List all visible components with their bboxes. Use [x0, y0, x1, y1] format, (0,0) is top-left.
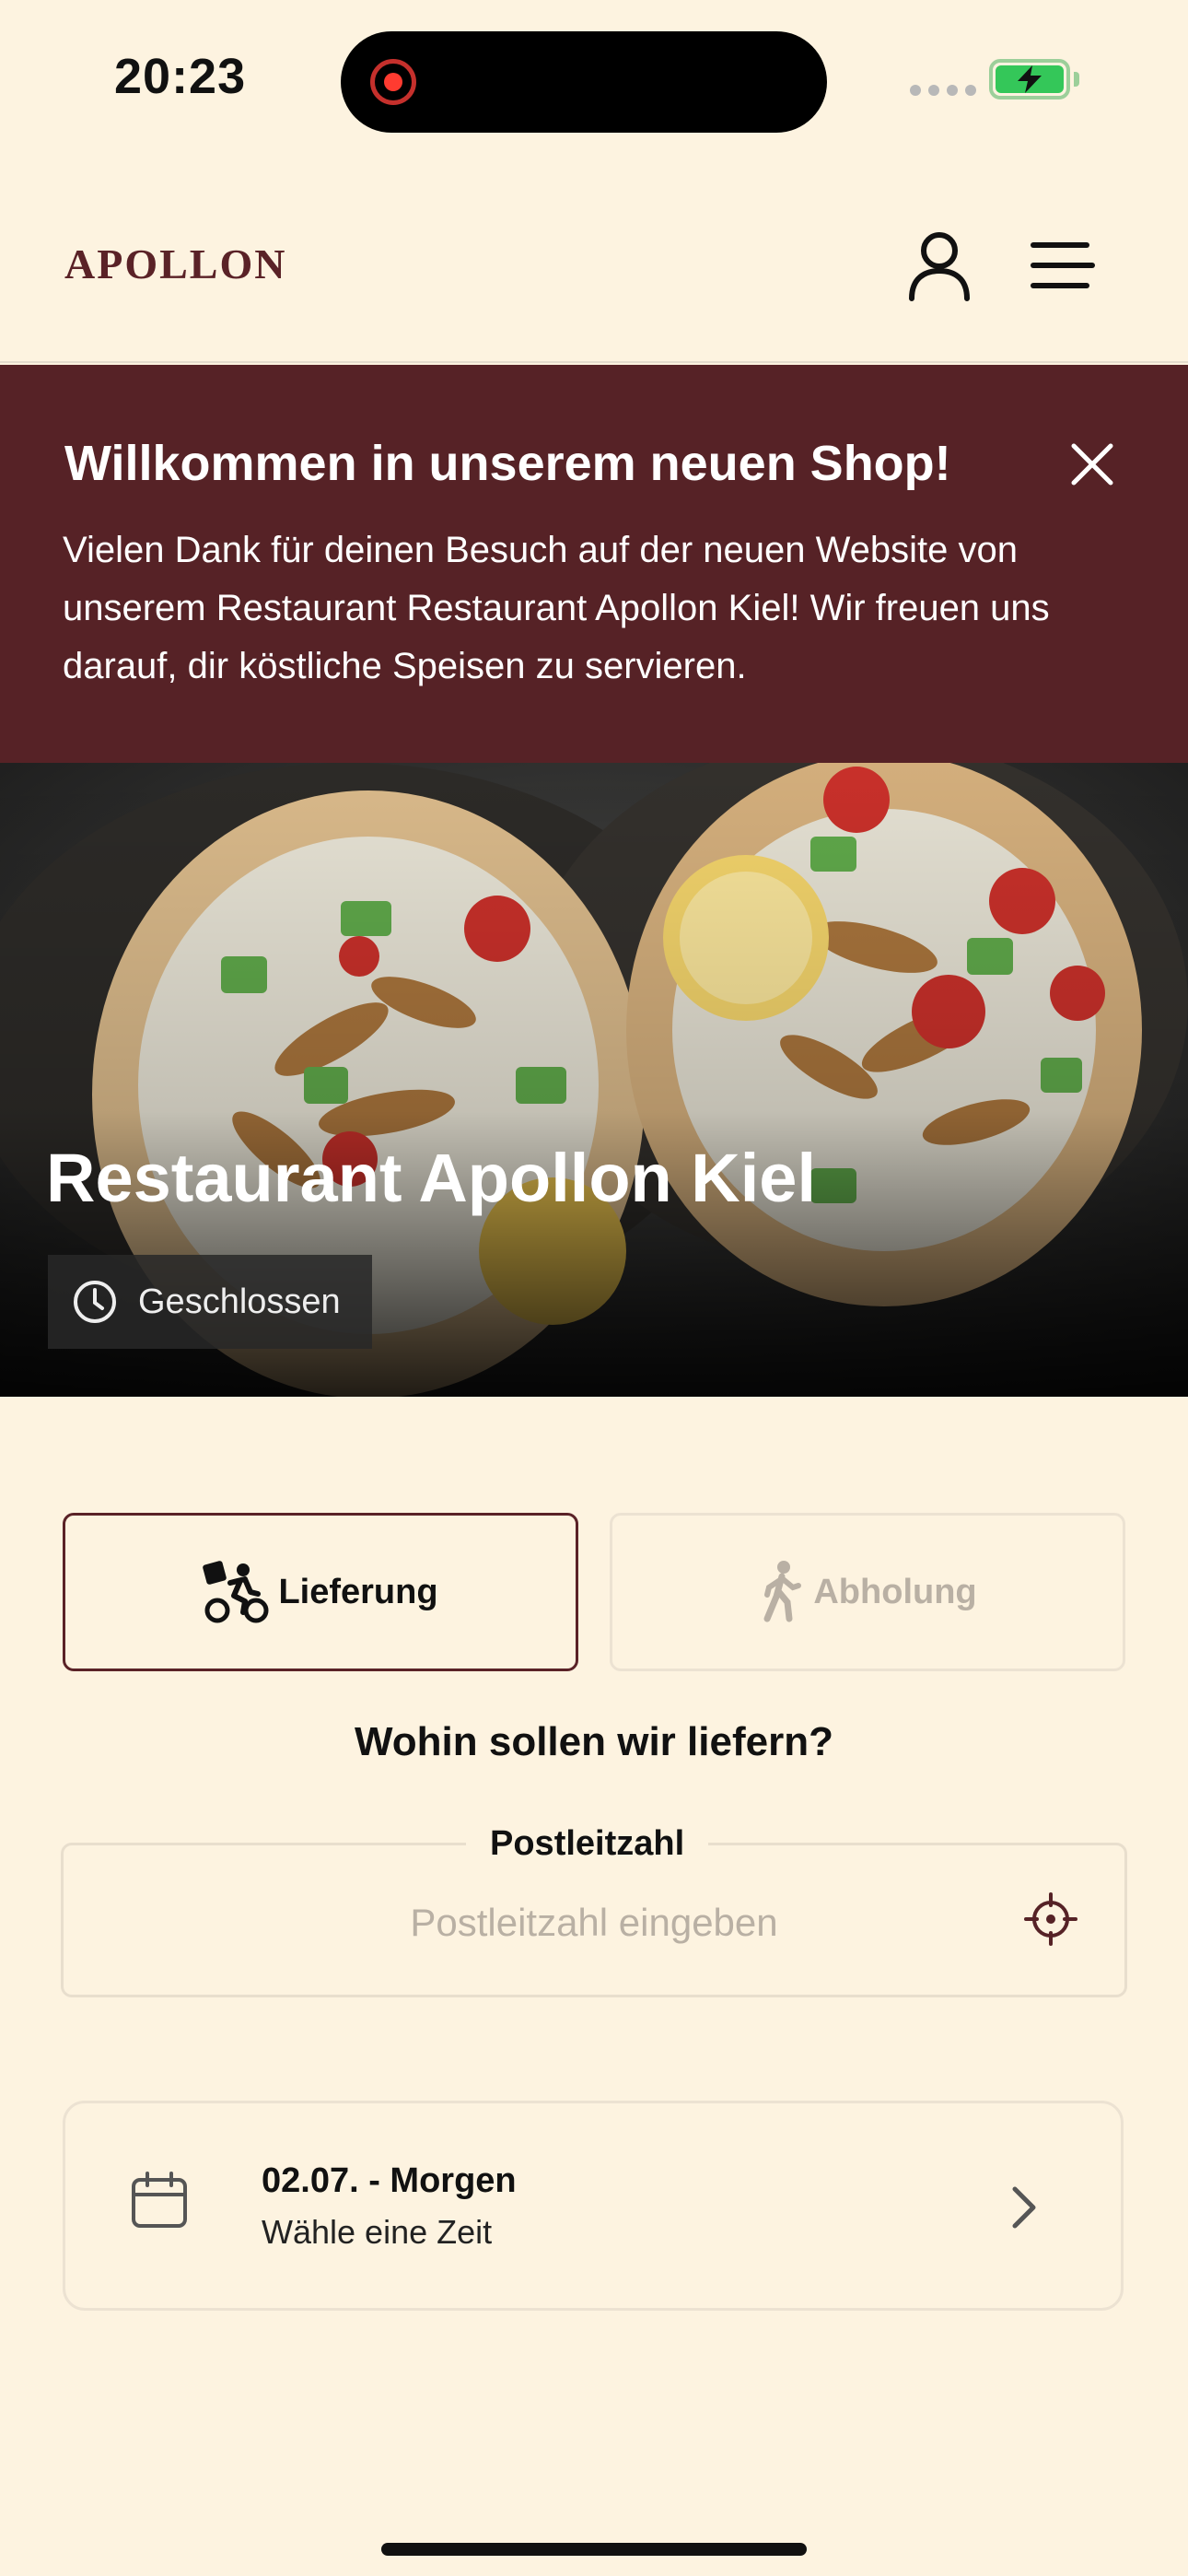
locate-me-icon[interactable] [1024, 1892, 1077, 1946]
date-time-picker[interactable] [63, 2101, 1124, 2311]
status-bar: 20:23 [0, 0, 1188, 166]
tab-pickup[interactable]: Abholung [610, 1513, 1125, 1671]
postcode-input[interactable] [111, 1891, 1077, 1955]
restaurant-name: Restaurant Apollon Kiel [46, 1140, 817, 1216]
status-time: 20:23 [114, 49, 247, 104]
banner-text: Vielen Dank für deinen Besuch auf der ne… [63, 530, 1050, 686]
chevron-right-icon[interactable] [1007, 2184, 1041, 2231]
calendar-icon [129, 2171, 190, 2231]
brand-logo[interactable]: APOLLON [64, 240, 286, 288]
dynamic-island [341, 31, 827, 133]
opening-status-badge: Geschlossen [48, 1255, 372, 1349]
tab-delivery[interactable]: Lieferung [63, 1513, 578, 1671]
battery-fill [996, 65, 1064, 93]
cellular-signal-icon [910, 85, 976, 96]
recording-indicator-icon [370, 59, 416, 105]
bike-delivery-icon [203, 1561, 269, 1623]
charging-bolt-icon [1018, 65, 1042, 93]
welcome-banner: Willkommen in unserem neuen Shop! Vielen… [0, 365, 1188, 763]
menu-icon[interactable] [1028, 236, 1098, 295]
tab-delivery-label: Lieferung [278, 1572, 438, 1611]
close-icon[interactable] [1066, 439, 1118, 490]
app-header: APOLLON [0, 166, 1188, 363]
delivery-question: Wohin sollen wir liefern? [355, 1719, 833, 1764]
walking-person-icon [763, 1561, 802, 1622]
hero-image: Restaurant Apollon Kiel Geschlossen [0, 763, 1188, 1397]
clock-icon [74, 1281, 116, 1323]
select-time-hint: Wähle eine Zeit [262, 2213, 493, 2251]
tab-pickup-label: Abholung [813, 1572, 977, 1611]
postcode-label: Postleitzahl [466, 1824, 709, 1864]
opening-status-text: Geschlossen [138, 1282, 341, 1321]
selected-date: 02.07. - Morgen [262, 2161, 517, 2200]
battery-cap [1074, 72, 1079, 87]
account-icon[interactable] [903, 228, 976, 302]
battery-icon [989, 59, 1070, 100]
home-indicator[interactable] [381, 2543, 807, 2556]
banner-title: Willkommen in unserem neuen Shop! [64, 436, 951, 491]
